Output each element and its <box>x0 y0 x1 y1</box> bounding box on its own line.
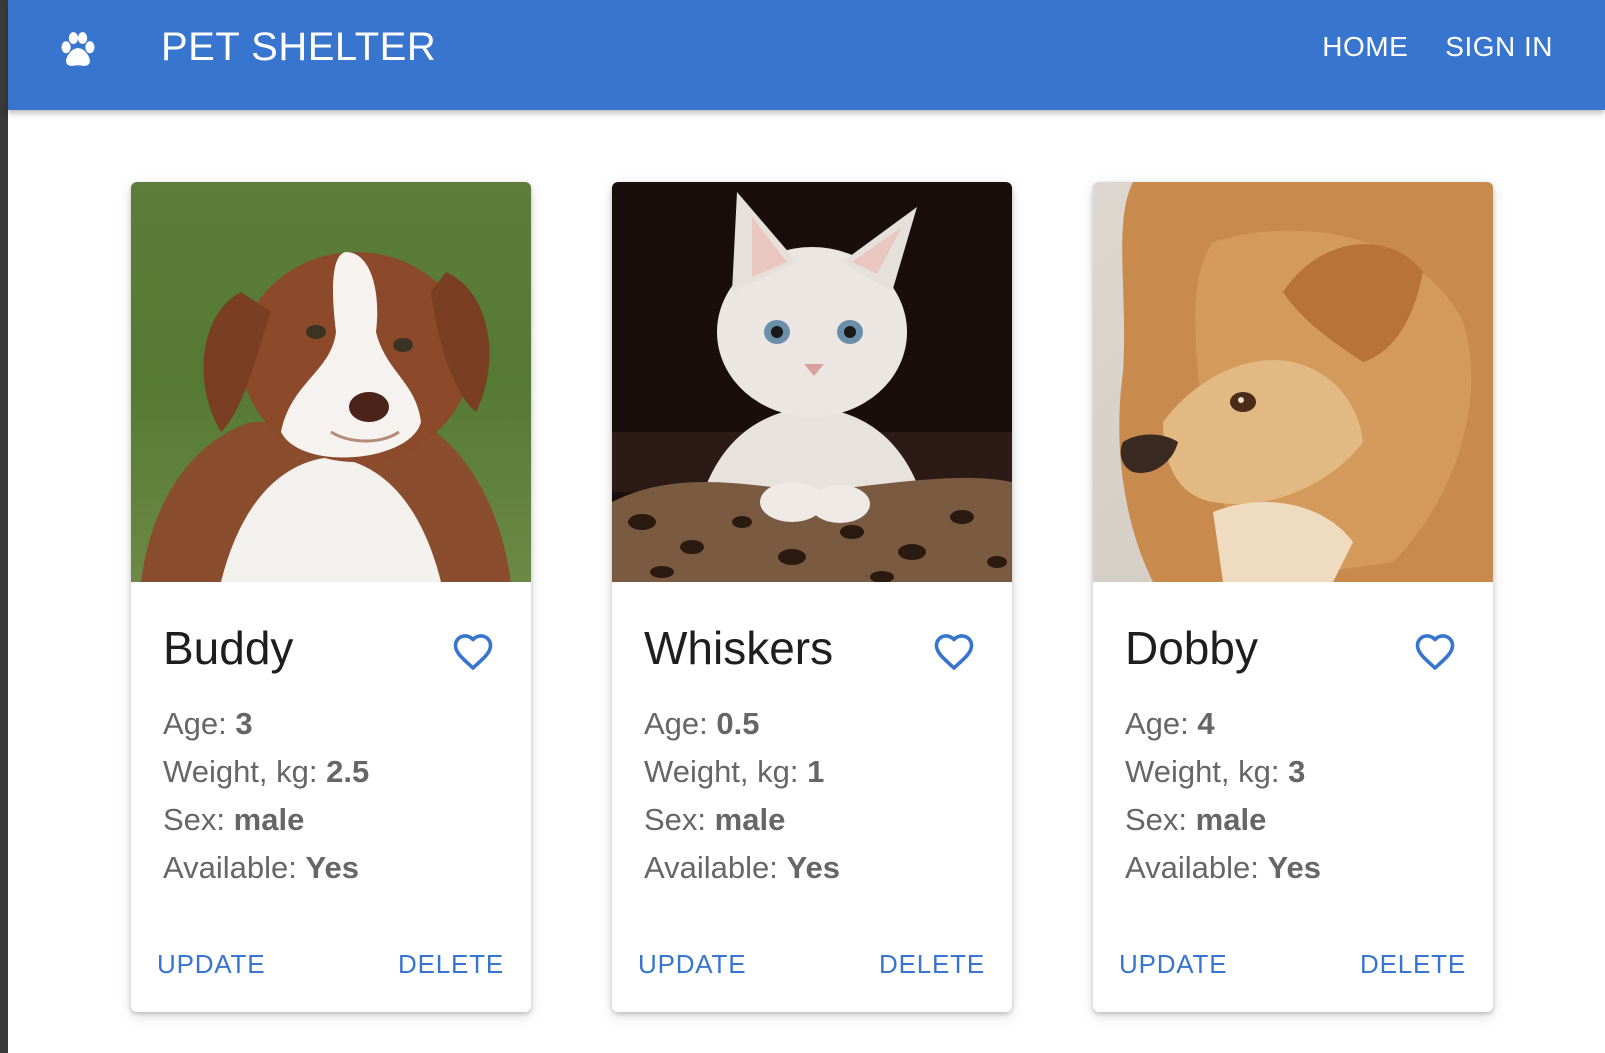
age-value: 3 <box>235 706 253 741</box>
pet-details: Age: 0.5 Weight, kg: 1 Sex: male Availab… <box>644 700 840 892</box>
sex-label: Sex: <box>163 802 226 837</box>
weight-value: 2.5 <box>326 754 370 789</box>
available-value: Yes <box>305 850 359 885</box>
delete-button[interactable]: DELETE <box>879 948 985 980</box>
weight-row: Weight, kg: 2.5 <box>163 748 369 796</box>
white-kitten-photo <box>612 182 1012 582</box>
weight-row: Weight, kg: 1 <box>644 748 840 796</box>
update-button[interactable]: UPDATE <box>157 948 265 980</box>
home-link[interactable]: HOME <box>1322 30 1408 64</box>
sex-row: Sex: male <box>163 796 369 844</box>
available-label: Available: <box>163 850 297 885</box>
heart-outline-icon[interactable] <box>930 627 978 675</box>
available-row: Available: Yes <box>644 844 840 892</box>
brown-white-puppy-photo <box>131 182 531 582</box>
age-label: Age: <box>163 706 227 741</box>
weight-value: 3 <box>1288 754 1306 789</box>
weight-value: 1 <box>807 754 825 789</box>
available-label: Available: <box>1125 850 1259 885</box>
top-nav: HOME SIGN IN <box>1322 30 1553 64</box>
ginger-fluffy-dog-photo <box>1093 182 1493 582</box>
weight-label: Weight, kg: <box>1125 754 1280 789</box>
age-value: 0.5 <box>716 706 760 741</box>
sex-value: male <box>1195 802 1267 837</box>
age-row: Age: 0.5 <box>644 700 840 748</box>
available-value: Yes <box>786 850 840 885</box>
sex-row: Sex: male <box>1125 796 1321 844</box>
available-row: Available: Yes <box>1125 844 1321 892</box>
pet-name: Whiskers <box>644 622 834 674</box>
age-label: Age: <box>644 706 708 741</box>
sex-row: Sex: male <box>644 796 840 844</box>
update-button[interactable]: UPDATE <box>1119 948 1227 980</box>
delete-button[interactable]: DELETE <box>1360 948 1466 980</box>
heart-outline-icon[interactable] <box>449 627 497 675</box>
available-row: Available: Yes <box>163 844 369 892</box>
weight-row: Weight, kg: 3 <box>1125 748 1321 796</box>
delete-button[interactable]: DELETE <box>398 948 504 980</box>
sex-value: male <box>233 802 305 837</box>
update-button[interactable]: UPDATE <box>638 948 746 980</box>
window-left-edge <box>0 0 8 1053</box>
age-label: Age: <box>1125 706 1189 741</box>
available-value: Yes <box>1267 850 1321 885</box>
age-row: Age: 3 <box>163 700 369 748</box>
pet-card: Dobby Age: 4 Weight, kg: 3 Sex: male Ava… <box>1093 182 1493 1012</box>
pet-card: Buddy Age: 3 Weight, kg: 2.5 Sex: male A… <box>131 182 531 1012</box>
heart-outline-icon[interactable] <box>1411 627 1459 675</box>
sign-in-link[interactable]: SIGN IN <box>1445 30 1553 64</box>
sex-value: male <box>714 802 786 837</box>
paw-icon[interactable] <box>56 28 100 72</box>
age-value: 4 <box>1197 706 1215 741</box>
weight-label: Weight, kg: <box>644 754 799 789</box>
pet-card: Whiskers Age: 0.5 Weight, kg: 1 Sex: mal… <box>612 182 1012 1012</box>
age-row: Age: 4 <box>1125 700 1321 748</box>
app-bar: PET SHELTER HOME SIGN IN <box>8 0 1605 110</box>
available-label: Available: <box>644 850 778 885</box>
pet-details: Age: 3 Weight, kg: 2.5 Sex: male Availab… <box>163 700 369 892</box>
pet-name: Buddy <box>163 622 294 674</box>
sex-label: Sex: <box>1125 802 1188 837</box>
weight-label: Weight, kg: <box>163 754 318 789</box>
sex-label: Sex: <box>644 802 707 837</box>
pet-name: Dobby <box>1125 622 1258 674</box>
pet-details: Age: 4 Weight, kg: 3 Sex: male Available… <box>1125 700 1321 892</box>
app-title[interactable]: PET SHELTER <box>161 24 436 70</box>
